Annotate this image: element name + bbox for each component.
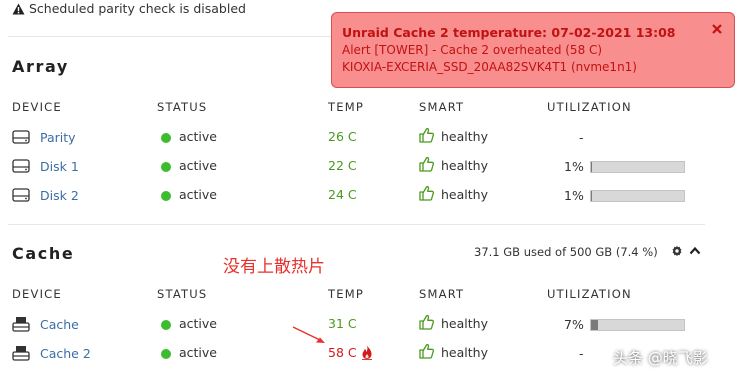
utilization-text: - [579, 130, 584, 145]
cache-col-device: DEVICE [12, 287, 62, 301]
array-col-smart: SMART [419, 100, 465, 114]
cache-col-status: STATUS [157, 287, 208, 301]
status-text: active [179, 345, 217, 360]
status-indicator [161, 133, 171, 143]
cache-col-temp: TEMP [328, 287, 364, 301]
device-link-disk-2[interactable]: Disk 2 [40, 188, 79, 203]
array-section-title: Array [12, 57, 69, 76]
smart-status: healthy [441, 158, 488, 173]
parity-notice: Scheduled parity check is disabled [12, 1, 246, 16]
cache-section-title: Cache [12, 244, 75, 263]
thumbs-up-icon [419, 185, 434, 201]
watermark: 头条 @晓飞影 [613, 349, 708, 367]
temp-value: 22 C [328, 158, 357, 173]
utilization-bar [590, 190, 685, 202]
array-col-status: STATUS [157, 100, 208, 114]
device-link-parity[interactable]: Parity [40, 130, 76, 145]
thumbs-up-icon [419, 156, 434, 172]
status-indicator [161, 191, 171, 201]
gear-icon[interactable] [671, 245, 683, 257]
temp-value: 24 C [328, 187, 357, 202]
array-col-device: DEVICE [12, 100, 62, 114]
warning-icon [12, 3, 25, 14]
temp-value: 31 C [328, 316, 357, 331]
utilization-fill [591, 320, 598, 330]
status-indicator [161, 162, 171, 172]
alert-message: Alert [TOWER] - Cache 2 overheated (58 C… [342, 43, 603, 57]
utilization-text: 1% [564, 159, 584, 174]
utilization-fill [591, 191, 592, 201]
utilization-bar [590, 319, 685, 331]
utilization-text: 1% [564, 188, 584, 203]
cache-col-utilization: UTILIZATION [547, 287, 632, 301]
status-indicator [161, 320, 171, 330]
device-link-cache-2[interactable]: Cache 2 [40, 346, 91, 361]
temp-value: 26 C [328, 129, 357, 144]
parity-notice-text: Scheduled parity check is disabled [29, 1, 246, 16]
smart-status: healthy [441, 129, 488, 144]
thumbs-up-icon [419, 314, 434, 330]
ssd-icon [12, 346, 30, 361]
chevron-up-icon[interactable] [689, 245, 701, 257]
smart-status: healthy [441, 316, 488, 331]
utilization-fill [591, 162, 592, 172]
status-text: active [179, 187, 217, 202]
status-text: active [179, 158, 217, 173]
table-row: Disk 2 active 24 C healthy 1% [0, 184, 705, 208]
alert-device: KIOXIA-EXCERIA_SSD_20AA82SVK4T1 (nvme1n1… [342, 60, 637, 74]
temp-value-hot: 58 C [328, 345, 357, 360]
thumbs-up-icon [419, 343, 434, 359]
cache-usage: 37.1 GB used of 500 GB (7.4 %) [474, 245, 658, 259]
status-text: active [179, 129, 217, 144]
annotation-text: 没有上散热片 [223, 257, 325, 277]
divider [8, 224, 705, 225]
smart-status: healthy [441, 345, 488, 360]
table-row: Parity active 26 C healthy - [0, 126, 705, 150]
table-row: Cache active 31 C healthy 7% [0, 313, 705, 337]
status-text: active [179, 316, 217, 331]
hard-drive-icon [12, 159, 30, 173]
cache-col-smart: SMART [419, 287, 465, 301]
annotation-arrow [292, 326, 325, 343]
device-link-disk-1[interactable]: Disk 1 [40, 159, 79, 174]
utilization-text: 7% [564, 317, 584, 332]
array-col-utilization: UTILIZATION [547, 100, 632, 114]
utilization-text: - [579, 346, 584, 361]
thumbs-up-icon [419, 127, 434, 143]
hard-drive-icon [12, 188, 30, 202]
status-indicator [161, 349, 171, 359]
table-row: Disk 1 active 22 C healthy 1% [0, 155, 705, 179]
array-col-temp: TEMP [328, 100, 364, 114]
smart-status: healthy [441, 187, 488, 202]
flame-icon [362, 345, 372, 360]
alert-title: Unraid Cache 2 temperature: 07-02-2021 1… [342, 25, 676, 40]
table-row: Cache 2 active 58 C healthy - [0, 342, 705, 366]
temperature-alert: Unraid Cache 2 temperature: 07-02-2021 1… [331, 12, 735, 88]
utilization-bar [590, 161, 685, 173]
hard-drive-icon [12, 130, 30, 144]
ssd-icon [12, 317, 30, 332]
cache-section-controls [671, 245, 701, 257]
close-icon[interactable] [712, 24, 722, 34]
device-link-cache[interactable]: Cache [40, 317, 79, 332]
